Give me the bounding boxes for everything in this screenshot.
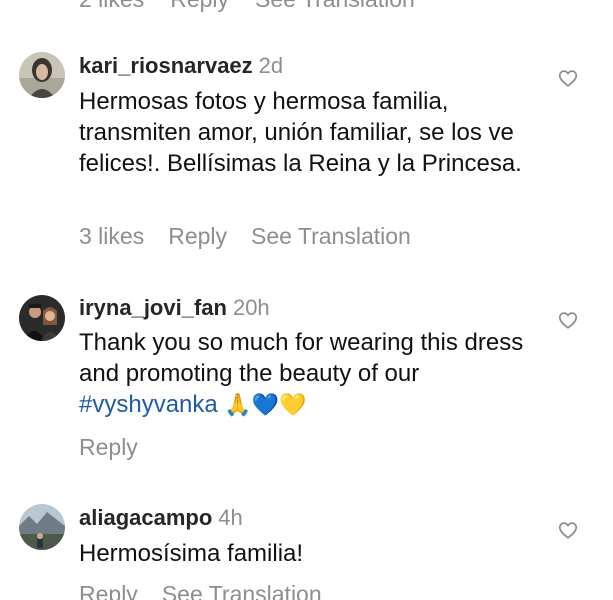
emoji-group: 🙏💙💛: [224, 393, 307, 418]
likes-count[interactable]: 3 likes: [79, 223, 144, 250]
comment-text: Hermosas fotos y hermosa familia, transm…: [79, 88, 522, 177]
avatar[interactable]: [19, 504, 65, 550]
reply-link[interactable]: Reply: [170, 0, 229, 12]
timestamp: 4h: [218, 505, 243, 530]
timestamp: 20h: [232, 295, 270, 320]
comment-header: aliagacampo 4h: [79, 505, 243, 531]
comment-actions: 3 likes Reply See Translation: [79, 223, 411, 250]
username[interactable]: aliagacampo: [79, 505, 212, 530]
comment-header: iryna_jovi_fan 20h: [79, 295, 270, 321]
comment-actions: Reply: [79, 434, 138, 461]
comment-actions: Reply See Translation: [79, 581, 322, 600]
see-translation-link[interactable]: See Translation: [162, 581, 322, 600]
heart-icon[interactable]: [557, 519, 579, 541]
heart-icon[interactable]: [557, 67, 579, 89]
heart-icon[interactable]: [557, 309, 579, 331]
hashtag-link[interactable]: #vyshyvanka: [79, 391, 218, 418]
reply-link[interactable]: Reply: [79, 581, 138, 600]
reply-link[interactable]: Reply: [168, 223, 227, 250]
see-translation-link[interactable]: See Translation: [255, 0, 415, 12]
avatar[interactable]: [19, 52, 65, 98]
likes-count[interactable]: 2 likes: [79, 0, 144, 12]
avatar[interactable]: [19, 295, 65, 341]
comment-text: Hermosísima familia!: [79, 540, 304, 567]
reply-link[interactable]: Reply: [79, 434, 138, 461]
username[interactable]: kari_riosnarvaez: [79, 53, 253, 78]
timestamp: 2d: [258, 53, 284, 78]
see-translation-link[interactable]: See Translation: [251, 223, 411, 250]
comment-header: kari_riosnarvaez 2d: [79, 53, 283, 79]
comment-text: Thank you so much for wearing this dress…: [79, 327, 549, 421]
comment-text-part: Thank you so much for wearing this dress…: [79, 329, 524, 387]
previous-comment-actions: 2 likes Reply See Translation: [79, 0, 415, 12]
avatar-image: [19, 504, 65, 550]
username[interactable]: iryna_jovi_fan: [79, 295, 227, 320]
avatar-image: [19, 52, 65, 98]
avatar-image: [19, 295, 65, 341]
